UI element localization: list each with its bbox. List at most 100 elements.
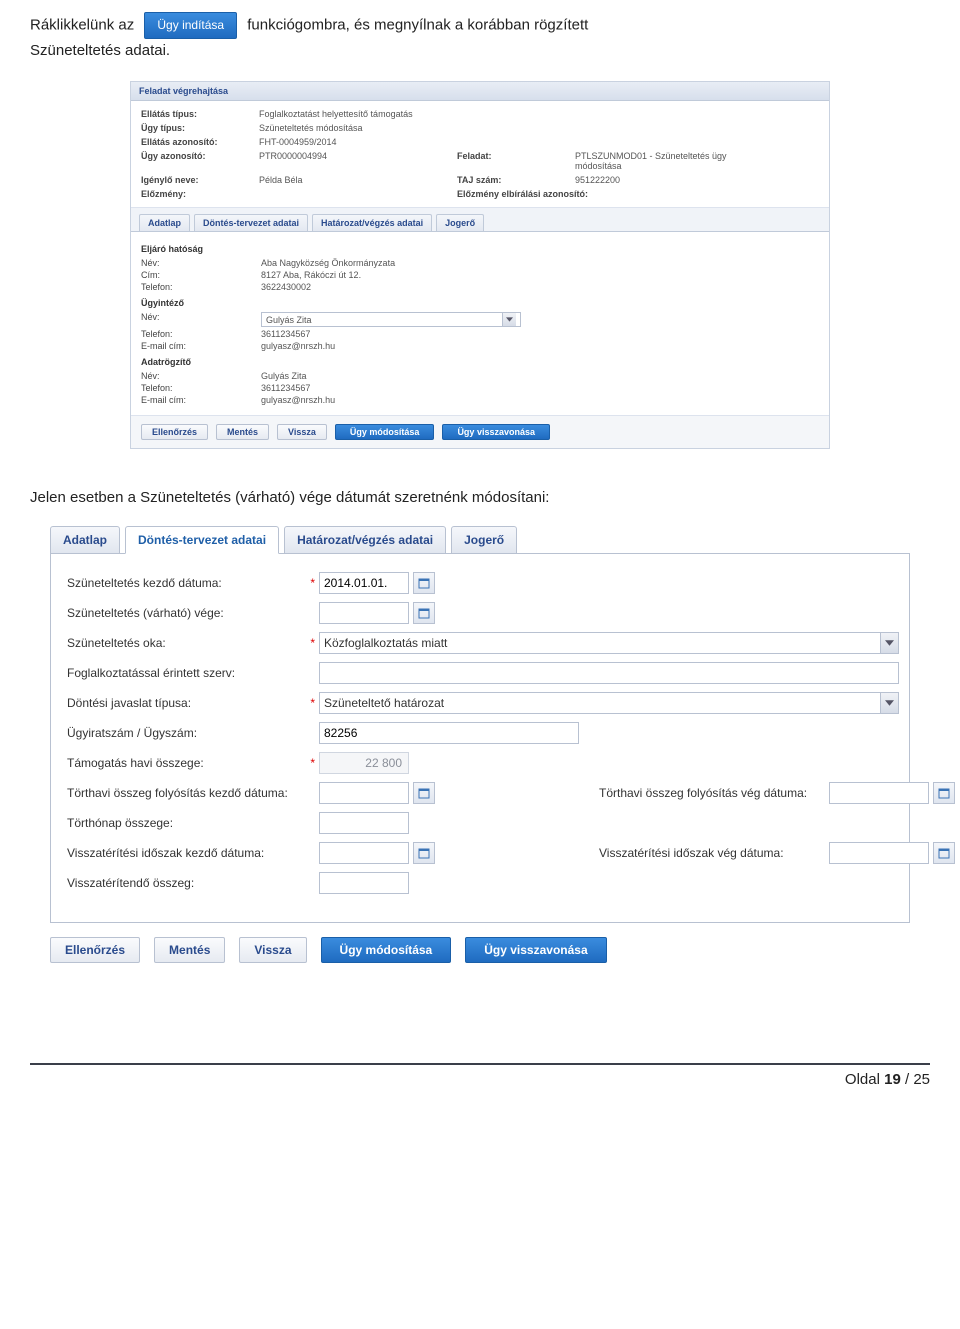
chevron-down-icon	[880, 633, 898, 653]
modositas-button[interactable]: Ügy módosítása	[335, 424, 435, 440]
calendar-icon[interactable]	[413, 572, 435, 594]
form-body: Szüneteltetés kezdő dátuma: * Szünetelte…	[50, 554, 910, 923]
ellenorzes-button[interactable]: Ellenőrzés	[50, 937, 140, 963]
calendar-icon[interactable]	[933, 842, 955, 864]
visszavonas-button[interactable]: Ügy visszavonása	[465, 937, 606, 963]
label-oka: Szüneteltetés oka:	[67, 636, 307, 650]
label-vege: Szüneteltetés (várható) vége:	[67, 606, 307, 620]
hatosag-nev-label: Név:	[141, 258, 251, 268]
required-marker: *	[307, 576, 319, 590]
combo-javaslat-text: Szüneteltető határozat	[324, 696, 444, 710]
ugyintezo-nev-label: Név:	[141, 312, 251, 327]
ellenorzes-button[interactable]: Ellenőrzés	[141, 424, 208, 440]
modositas-button[interactable]: Ügy módosítása	[321, 937, 452, 963]
label-tort-veg: Törthavi összeg folyósítás vég dátuma:	[599, 786, 829, 800]
combo-oka-text: Közfoglalkoztatás miatt	[324, 636, 447, 650]
ugyintezo-mail-label: E-mail cím:	[141, 341, 251, 351]
footer-prefix: Oldal	[845, 1071, 884, 1088]
label-vissza-kezdo: Visszatérítési időszak kezdő dátuma:	[67, 846, 307, 860]
mentes-button[interactable]: Mentés	[154, 937, 225, 963]
adatlap-body: Eljáró hatóság Név: Aba Nagyközség Önkor…	[131, 231, 829, 415]
mentes-button[interactable]: Mentés	[216, 424, 269, 440]
value-igenylo: Példa Béla	[259, 175, 449, 185]
tab2-adatlap[interactable]: Adatlap	[50, 526, 120, 554]
value-feladat: PTLSZUNMOD01 - Szüneteltetés ügy módosít…	[575, 151, 755, 171]
value-elozmeny-elb	[575, 189, 755, 199]
hatosag-nev-value: Aba Nagyközség Önkormányzata	[261, 258, 819, 268]
ugyintezo-combo-text: Gulyás Zita	[266, 315, 312, 325]
vissza-button[interactable]: Vissza	[277, 424, 327, 440]
ugyintezo-combo[interactable]: Gulyás Zita	[261, 312, 521, 327]
label-taj: TAJ szám:	[457, 175, 567, 185]
tab-jogero[interactable]: Jogerő	[436, 214, 484, 231]
calendar-icon[interactable]	[933, 782, 955, 804]
vissza-button[interactable]: Vissza	[239, 937, 306, 963]
hatosag-cim-value: 8127 Aba, Rákóczi út 12.	[261, 270, 819, 280]
label-feladat: Feladat:	[457, 151, 567, 171]
value-ellatas-azon: FHT-0004959/2014	[259, 137, 755, 147]
intro-text-3: Szüneteltetés adatai.	[30, 42, 170, 59]
section-hatosag-title: Eljáró hatóság	[141, 244, 819, 254]
input-kezdo[interactable]	[319, 572, 409, 594]
hatosag-tel-value: 3622430002	[261, 282, 819, 292]
combo-oka[interactable]: Közfoglalkoztatás miatt	[319, 632, 899, 654]
section-ugyintezo-title: Ügyintéző	[141, 298, 819, 308]
label-elozmeny-elb: Előzmény elbírálási azonosító:	[457, 189, 567, 199]
combo-javaslat[interactable]: Szüneteltető határozat	[319, 692, 899, 714]
rogzito-nev-label: Név:	[141, 371, 251, 381]
input-vissza-kezdo[interactable]	[319, 842, 409, 864]
tab-dontes[interactable]: Döntés-tervezet adatai	[194, 214, 308, 231]
value-ugy-azon: PTR0000004994	[259, 151, 449, 171]
required-marker: *	[307, 636, 319, 650]
input-ugyirat[interactable]	[319, 722, 579, 744]
label-havi: Támogatás havi összege:	[67, 756, 307, 770]
intro-text-2: funkciógombra, és megnyílnak a korábban …	[247, 17, 588, 34]
rogzito-mail-value: gulyasz@nrszh.hu	[261, 395, 819, 405]
calendar-icon[interactable]	[413, 782, 435, 804]
screenshot-task-panel: Feladat végrehajtása Ellátás típus: Fogl…	[130, 81, 830, 449]
label-elozmeny: Előzmény:	[141, 189, 251, 199]
intro-paragraph: Ráklikkelünk az Ügy indítása funkciógomb…	[30, 12, 930, 63]
start-case-button-inline[interactable]: Ügy indítása	[144, 12, 237, 39]
tab-hatarozat[interactable]: Határozat/végzés adatai	[312, 214, 432, 231]
chevron-down-icon	[502, 313, 516, 326]
intro-text-1: Ráklikkelünk az	[30, 17, 134, 34]
footer-total: 25	[913, 1071, 930, 1088]
button-bar-large: Ellenőrzés Mentés Vissza Ügy módosítása …	[50, 923, 910, 963]
chevron-down-icon	[880, 693, 898, 713]
label-vissza-osszeg: Visszatérítendő összeg:	[67, 876, 307, 890]
screenshot-form: Adatlap Döntés-tervezet adatai Határozat…	[50, 526, 910, 963]
button-bar-small: Ellenőrzés Mentés Vissza Ügy módosítása …	[131, 415, 829, 448]
panel-header: Feladat végrehajtása	[131, 82, 829, 101]
input-vissza-veg[interactable]	[829, 842, 929, 864]
input-tort-kezdo[interactable]	[319, 782, 409, 804]
required-marker: *	[307, 756, 319, 770]
input-szerv[interactable]	[319, 662, 899, 684]
tab2-dontes[interactable]: Döntés-tervezet adatai	[125, 526, 279, 554]
tab2-jogero[interactable]: Jogerő	[451, 526, 517, 554]
label-kezdo: Szüneteltetés kezdő dátuma:	[67, 576, 307, 590]
input-vege[interactable]	[319, 602, 409, 624]
tab2-hatarozat[interactable]: Határozat/végzés adatai	[284, 526, 446, 554]
label-ellatas-azon: Ellátás azonosító:	[141, 137, 251, 147]
value-elozmeny	[259, 189, 449, 199]
ugyintezo-tel-label: Telefon:	[141, 329, 251, 339]
input-tort-osszeg[interactable]	[319, 812, 409, 834]
footer-sep: /	[901, 1071, 914, 1088]
rogzito-mail-label: E-mail cím:	[141, 395, 251, 405]
input-tort-veg[interactable]	[829, 782, 929, 804]
tab-adatlap[interactable]: Adatlap	[139, 214, 190, 231]
calendar-icon[interactable]	[413, 842, 435, 864]
tabs-large: Adatlap Döntés-tervezet adatai Határozat…	[50, 526, 910, 554]
calendar-icon[interactable]	[413, 602, 435, 624]
label-vissza-veg: Visszatérítési időszak vég dátuma:	[599, 846, 829, 860]
hatosag-tel-label: Telefon:	[141, 282, 251, 292]
footer-page: 19	[884, 1071, 901, 1088]
page-footer: Oldal 19 / 25	[30, 1063, 930, 1088]
label-tort-kezdo: Törthavi összeg folyósítás kezdő dátuma:	[67, 786, 307, 800]
input-vissza-osszeg[interactable]	[319, 872, 409, 894]
label-szerv: Foglalkoztatással érintett szerv:	[67, 666, 307, 680]
visszavonas-button[interactable]: Ügy visszavonása	[442, 424, 550, 440]
input-havi	[319, 752, 409, 774]
value-ugy-tipus: Szüneteltetés módosítása	[259, 123, 755, 133]
